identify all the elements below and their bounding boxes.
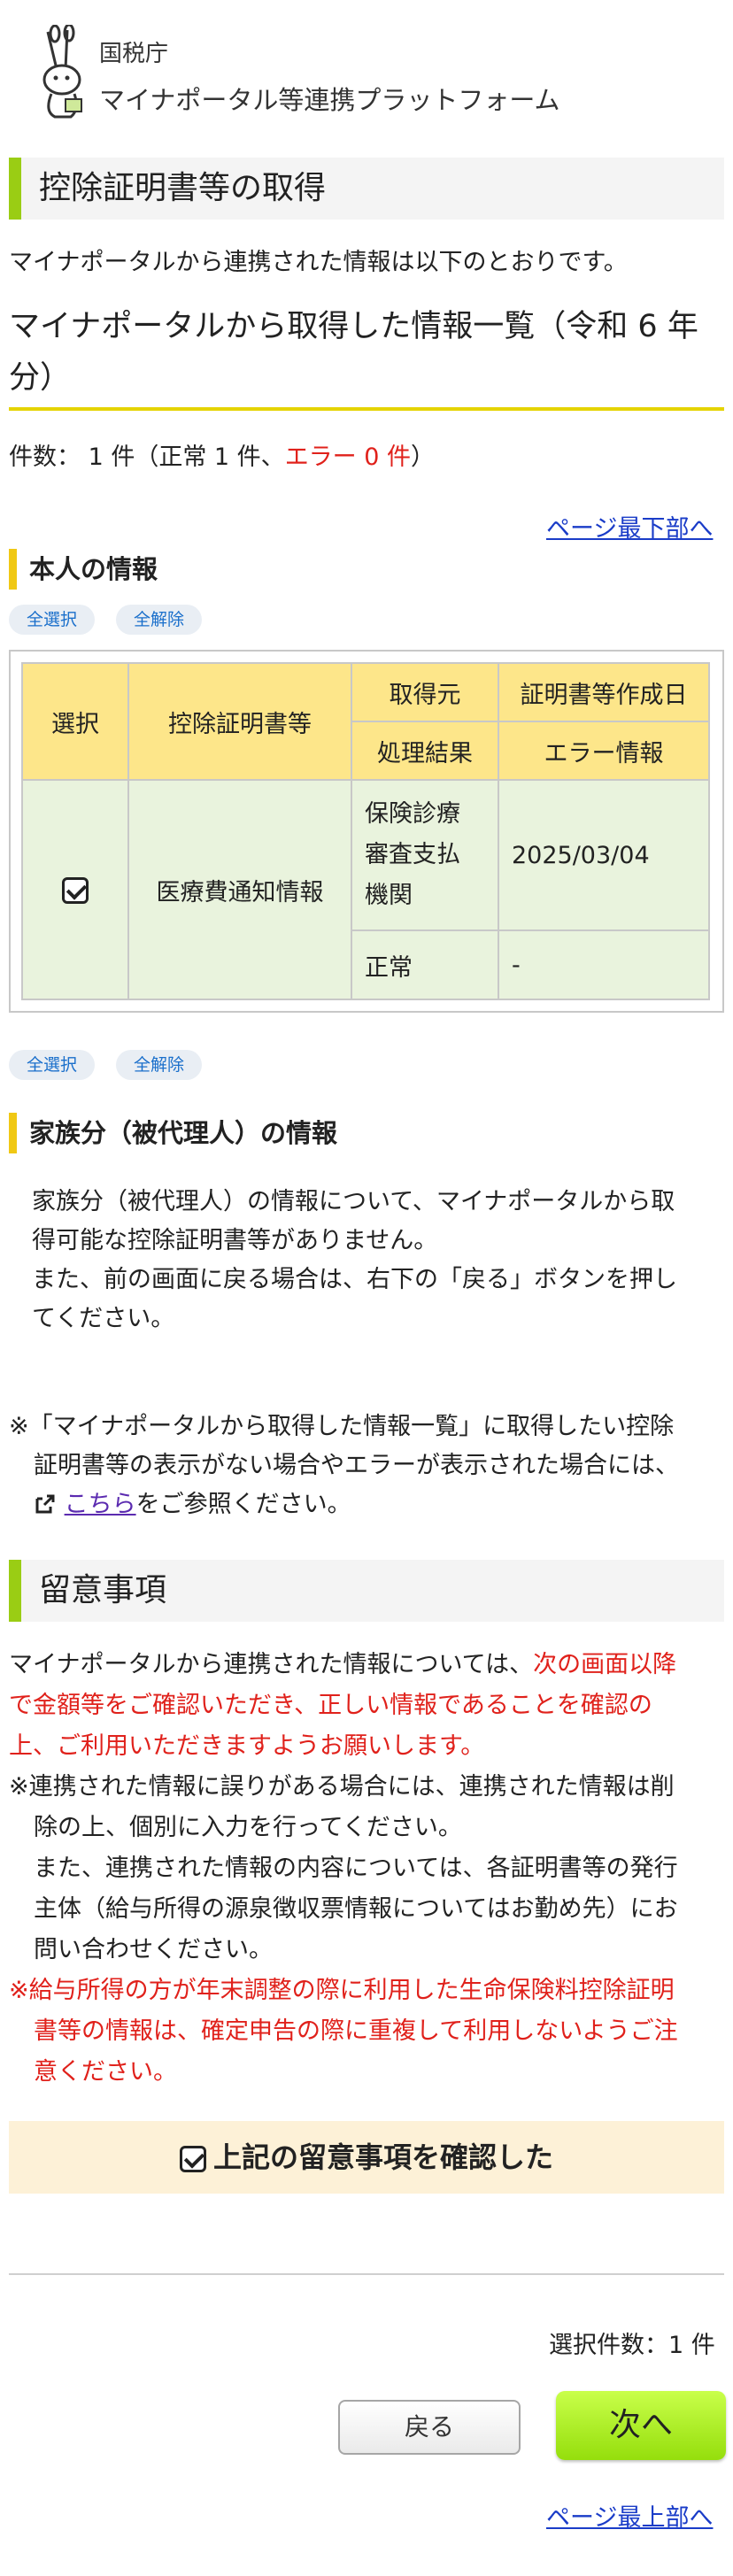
confirm-checkbox[interactable] — [179, 2146, 206, 2172]
caution-p3-line2: 書等の情報は、確定申告の際に重複して利用しないようご注 — [34, 2017, 678, 2045]
reference-link[interactable]: こちら — [65, 1491, 136, 1518]
external-link-icon — [35, 1494, 55, 1514]
section-title-deduction: 控除証明書等の取得 — [9, 158, 724, 220]
row-cert: 医療費通知情報 — [127, 779, 352, 1000]
divider — [9, 2273, 724, 2275]
caution-p3-line1: ※給与所得の方が年末調整の際に利用した生命保険料控除証明 — [9, 1977, 675, 2004]
confirm-label: 上記の留意事項を確認した — [212, 2140, 553, 2174]
header-select: 選択 — [21, 662, 129, 781]
confirm-checkbox-area[interactable]: 上記の留意事項を確認した — [9, 2121, 724, 2194]
note-line2: 証明書等の表示がない場合やエラーが表示された場合には、 — [34, 1452, 679, 1479]
row-source: 保険診療 審査支払 機関 — [351, 779, 499, 931]
list-heading-line2: 分） — [9, 360, 72, 396]
selected-count: 選択件数：1 件 — [549, 2332, 715, 2359]
family-line3: また、前の画面に戻る場合は、右下の「戻る」ボタンを押し — [32, 1266, 677, 1293]
row-result: 正常 — [351, 929, 499, 1000]
caution-p2-line2: 除の上、個別に入力を行ってください。 — [34, 1814, 462, 1841]
to-bottom-link[interactable]: ページ最下部へ — [546, 509, 713, 544]
family-line2: 得可能な控除証明書等がありません。 — [32, 1227, 438, 1254]
caution-p2-line1: ※連携された情報に誤りがある場合には、連携された情報は削 — [9, 1773, 675, 1801]
caution-p1-line3: 上、ご利用いただきますようお願いします。 — [9, 1732, 485, 1760]
caution-p2-line5: 問い合わせください。 — [34, 1936, 273, 1963]
page: 国税庁 マイナポータル等連携プラットフォーム 控除証明書等の取得 マイナポータル… — [0, 0, 733, 2576]
list-heading: マイナポータルから取得した情報一覧（令和 6 年 分） — [9, 301, 724, 411]
header-created: 証明書等作成日 — [498, 662, 710, 722]
select-all-button-bottom[interactable]: 全選択 — [9, 1050, 96, 1080]
header-source: 取得元 — [351, 662, 499, 722]
header-result: 処理結果 — [351, 721, 499, 781]
count-summary: 件数： 1 件（正常 1 件、エラー 0 件） — [9, 438, 435, 477]
caution-p1-black: マイナポータルから連携された情報については、 — [9, 1651, 534, 1678]
table-row: 医療費通知情報 保険診療 審査支払 機関 2025/03/04 — [21, 779, 710, 1000]
to-top-link[interactable]: ページ最上部へ — [546, 2498, 713, 2533]
row-select-cell — [21, 779, 129, 1000]
back-button[interactable]: 戻る — [338, 2400, 521, 2455]
row-source-line1: 保険診療 — [365, 800, 460, 828]
header-cert: 控除証明書等 — [127, 662, 352, 781]
platform-name: マイナポータル等連携プラットフォーム — [99, 85, 560, 115]
rabbit-mascot-logo — [42, 25, 82, 119]
list-heading-line1: マイナポータルから取得した情報一覧（令和 6 年 — [9, 309, 698, 344]
family-info-heading: 家族分（被代理人）の情報 — [9, 1113, 724, 1153]
caution-text: マイナポータルから連携された情報については、次の画面以降 で金額等をご確認いただ… — [9, 1645, 678, 2093]
count-suffix: ） — [411, 443, 436, 471]
family-message: 家族分（被代理人）の情報について、マイナポータルから取 得可能な控除証明書等があ… — [32, 1183, 677, 1338]
row-checkbox[interactable] — [62, 876, 89, 904]
section-title-caution: 留意事項 — [9, 1560, 724, 1622]
note-line3: こちらをご参照ください。 — [9, 1485, 679, 1524]
row-created: 2025/03/04 — [498, 779, 710, 931]
agency-name: 国税庁 — [99, 41, 169, 67]
count-error: エラー 0 件 — [284, 443, 412, 471]
note-line3-suffix: をご参照ください。 — [135, 1491, 351, 1518]
family-line4: てください。 — [32, 1305, 175, 1332]
deselect-all-button[interactable]: 全解除 — [116, 605, 203, 635]
row-source-line2: 審査支払 — [365, 841, 460, 868]
intro-text: マイナポータルから連携された情報は以下のとおりです。 — [9, 249, 628, 276]
row-source-line3: 機関 — [365, 882, 413, 909]
self-info-heading: 本人の情報 — [9, 549, 724, 590]
count-prefix: 件数： 1 件（正常 1 件、 — [9, 443, 285, 471]
certificate-table: 選択 控除証明書等 取得元 証明書等作成日 処理結果 エラー情報 医療費通知情報… — [21, 662, 710, 1000]
header-error: エラー情報 — [498, 721, 710, 781]
caution-p1-line1: マイナポータルから連携された情報については、次の画面以降 — [9, 1645, 678, 1685]
row-error: - — [498, 929, 710, 1000]
deselect-all-button-bottom[interactable]: 全解除 — [116, 1050, 203, 1080]
next-button[interactable]: 次へ — [556, 2391, 726, 2460]
caution-p2-line3: また、連携された情報の内容については、各証明書等の発行 — [34, 1855, 678, 1882]
caution-p1-red: 次の画面以降 — [533, 1651, 677, 1678]
family-line1: 家族分（被代理人）の情報について、マイナポータルから取 — [32, 1188, 675, 1215]
caution-p3-line3: 意ください。 — [34, 2058, 177, 2086]
caution-p1-line2: で金額等をご確認いただき、正しい情報であることを確認の — [9, 1692, 652, 1719]
site-header: 国税庁 マイナポータル等連携プラットフォーム — [0, 0, 733, 133]
note-block: ※「マイナポータルから取得した情報一覧」に取得したい控除 証明書等の表示がない場… — [9, 1408, 679, 1524]
select-all-button[interactable]: 全選択 — [9, 605, 96, 635]
note-line1: ※「マイナポータルから取得した情報一覧」に取得したい控除 — [9, 1413, 675, 1440]
caution-p2-line4: 主体（給与所得の源泉徴収票情報についてはお勤め先）にお — [34, 1895, 678, 1923]
